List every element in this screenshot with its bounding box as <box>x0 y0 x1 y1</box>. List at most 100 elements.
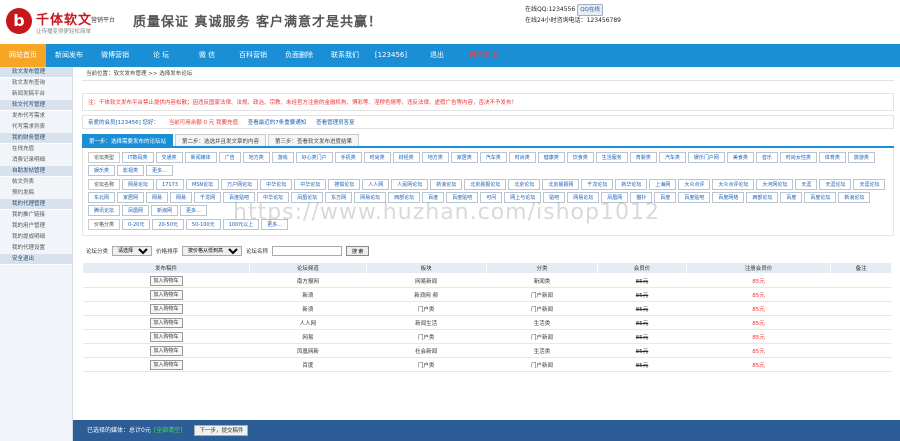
filter-tag[interactable]: 天涯论坛 <box>853 179 886 190</box>
reply-link[interactable]: 查看管理员答复 <box>316 120 355 126</box>
filter-tag[interactable]: 搜狐论坛 <box>328 179 361 190</box>
nav-item-1[interactable]: 新闻发布 <box>46 44 92 67</box>
search-input[interactable] <box>272 246 343 256</box>
filter-tag[interactable]: 饮食类 <box>566 152 594 163</box>
nav-item-6[interactable]: 负面删除 <box>276 44 322 67</box>
nav-item-3[interactable]: 论 坛 <box>138 44 184 67</box>
filter-tag[interactable]: MSN论坛 <box>185 179 220 190</box>
filter-tag[interactable]: 汽车类 <box>658 152 686 163</box>
filter-tag[interactable]: 中华论坛 <box>294 179 327 190</box>
filter-tag[interactable]: 地方类 <box>421 152 449 163</box>
step-tab-3[interactable]: 第三步：查看软文发布进度结果 <box>268 134 360 146</box>
add-to-cart-button[interactable]: 加入购物车 <box>149 317 183 328</box>
sidebar-item[interactable]: 我的提成明细 <box>0 232 72 243</box>
filter-tag[interactable]: 北京晨报网 <box>542 179 580 190</box>
step-tab-2[interactable]: 第二步：选选并且发文章的内容 <box>175 134 267 146</box>
next-step-button[interactable]: 下一步，提交稿件 <box>194 424 249 436</box>
sidebar-item[interactable]: 帖文列表 <box>0 177 72 188</box>
filter-tag[interactable]: 育婴类 <box>629 152 657 163</box>
sidebar-item[interactable]: 新闻发稿平台 <box>0 89 72 100</box>
category-select[interactable]: 请选择 <box>112 246 153 256</box>
clear-all-link[interactable]: [全部清空] <box>154 427 183 434</box>
filter-tag[interactable]: 体育类 <box>818 152 846 163</box>
filter-tag[interactable]: 家居网 <box>117 192 145 203</box>
filter-tag[interactable]: 汽车类 <box>479 152 507 163</box>
filter-tag[interactable]: 凤凰网 <box>122 205 150 216</box>
search-button[interactable]: 搜 索 <box>346 246 370 256</box>
filter-tag[interactable]: 上海网 <box>649 179 677 190</box>
sidebar-item[interactable]: 我的用户管理 <box>0 221 72 232</box>
filter-tag[interactable]: 网易 <box>170 192 193 203</box>
filter-tag[interactable]: 地方类 <box>242 152 270 163</box>
sidebar-section[interactable]: 安全退出 <box>0 254 72 265</box>
filter-tag[interactable]: 中华论坛 <box>260 179 293 190</box>
filter-tag[interactable]: 交通类 <box>155 152 183 163</box>
filter-tag[interactable]: 家居类 <box>450 152 478 163</box>
add-to-cart-button[interactable]: 加入购物车 <box>149 303 183 314</box>
filter-tag[interactable]: 影视类 <box>117 165 145 176</box>
sidebar-section[interactable]: 我的代理管理 <box>0 199 72 210</box>
notice-link[interactable]: 查看最近的7条重要通知 <box>248 120 307 126</box>
filter-tag[interactable]: 大众点评 <box>678 179 711 190</box>
add-to-cart-button[interactable]: 加入购物车 <box>149 275 183 286</box>
filter-tag[interactable]: 西部论坛 <box>746 192 779 203</box>
filter-tag[interactable]: 50-100元 <box>185 219 221 230</box>
filter-tag[interactable]: 新浪论坛 <box>838 192 871 203</box>
add-to-cart-button[interactable]: 加入购物车 <box>149 359 183 370</box>
filter-tag[interactable]: 0-20元 <box>122 219 151 230</box>
filter-tag[interactable]: 百度网络 <box>712 192 745 203</box>
filter-tag[interactable]: 人人网 <box>362 179 390 190</box>
filter-tag[interactable]: 时尚女性类 <box>779 152 817 163</box>
sidebar-section[interactable]: 软文发布管理 <box>0 67 72 78</box>
filter-tag[interactable]: 生活服务 <box>595 152 628 163</box>
filter-tag[interactable]: IT数码类 <box>122 152 154 163</box>
filter-tag[interactable]: 音乐 <box>755 152 778 163</box>
nav-item-2[interactable]: 微博营销 <box>92 44 138 67</box>
filter-tag[interactable]: 娱乐门户网 <box>687 152 725 163</box>
filter-tag[interactable]: 娱乐类 <box>88 165 116 176</box>
filter-tag[interactable]: 千龙论坛 <box>581 179 614 190</box>
filter-tag[interactable]: 新华论坛 <box>615 179 648 190</box>
sidebar-section[interactable]: 我的财务管理 <box>0 133 72 144</box>
filter-tag[interactable]: 好心类门户 <box>295 152 333 163</box>
nav-item-10[interactable]: 进度查询 <box>460 44 506 67</box>
filter-tag[interactable]: 新浪论坛 <box>430 179 463 190</box>
sidebar-item[interactable]: 预约发稿 <box>0 188 72 199</box>
sidebar-section[interactable]: 软文代写管理 <box>0 100 72 111</box>
filter-tag[interactable]: 新浪网 <box>151 205 179 216</box>
step-tab-1[interactable]: 第一步：选择需要发布的论坛站 <box>82 134 174 146</box>
filter-tag[interactable]: 北京论坛 <box>508 179 541 190</box>
filter-tag[interactable]: 手机类 <box>334 152 362 163</box>
nav-item-4[interactable]: 微 信 <box>184 44 230 67</box>
filter-tag[interactable]: 千龙网 <box>194 192 222 203</box>
filter-tag[interactable]: 17173 <box>156 179 184 190</box>
qq-online-button[interactable]: QQ在线 <box>577 4 603 16</box>
filter-tag[interactable]: 新闻媒体 <box>184 152 217 163</box>
filter-tag[interactable]: 万户网论坛 <box>221 179 259 190</box>
nav-item-0[interactable]: 网站首页 <box>0 44 46 67</box>
add-to-cart-button[interactable]: 加入购物车 <box>149 331 183 342</box>
add-to-cart-button[interactable]: 加入购物车 <box>149 345 183 356</box>
filter-tag[interactable]: 时尚类 <box>363 152 391 163</box>
filter-tag[interactable]: 财经类 <box>392 152 420 163</box>
filter-tag[interactable]: 东北网 <box>88 192 116 203</box>
filter-tag[interactable]: 北京晨报论坛 <box>464 179 507 190</box>
filter-tag[interactable]: 腾讯论坛 <box>88 205 121 216</box>
filter-tag[interactable]: 更多... <box>146 165 173 176</box>
sidebar-item[interactable]: 代写需求列表 <box>0 122 72 133</box>
filter-tag[interactable]: 游戏 <box>271 152 294 163</box>
nav-item-9[interactable]: 退出 <box>414 44 460 67</box>
nav-item-5[interactable]: 百科营销 <box>230 44 276 67</box>
filter-tag[interactable]: 大河网论坛 <box>756 179 794 190</box>
sidebar-item[interactable]: 软文发布查询 <box>0 78 72 89</box>
filter-tag[interactable]: 天涯 <box>795 179 818 190</box>
filter-tag[interactable]: 百度 <box>780 192 803 203</box>
sidebar-section[interactable]: 自助发帖管理 <box>0 166 72 177</box>
filter-tag[interactable]: 时尚类 <box>508 152 536 163</box>
filter-tag[interactable]: 百度贴吧 <box>678 192 711 203</box>
filter-tag[interactable]: 大众点评论坛 <box>712 179 755 190</box>
filter-tag[interactable]: 网易论坛 <box>122 179 155 190</box>
filter-tag[interactable]: 更多... <box>180 205 207 216</box>
sidebar-item[interactable]: 我的代理设置 <box>0 243 72 254</box>
price-sort-select[interactable]: 按价格从低到高 <box>182 246 243 256</box>
